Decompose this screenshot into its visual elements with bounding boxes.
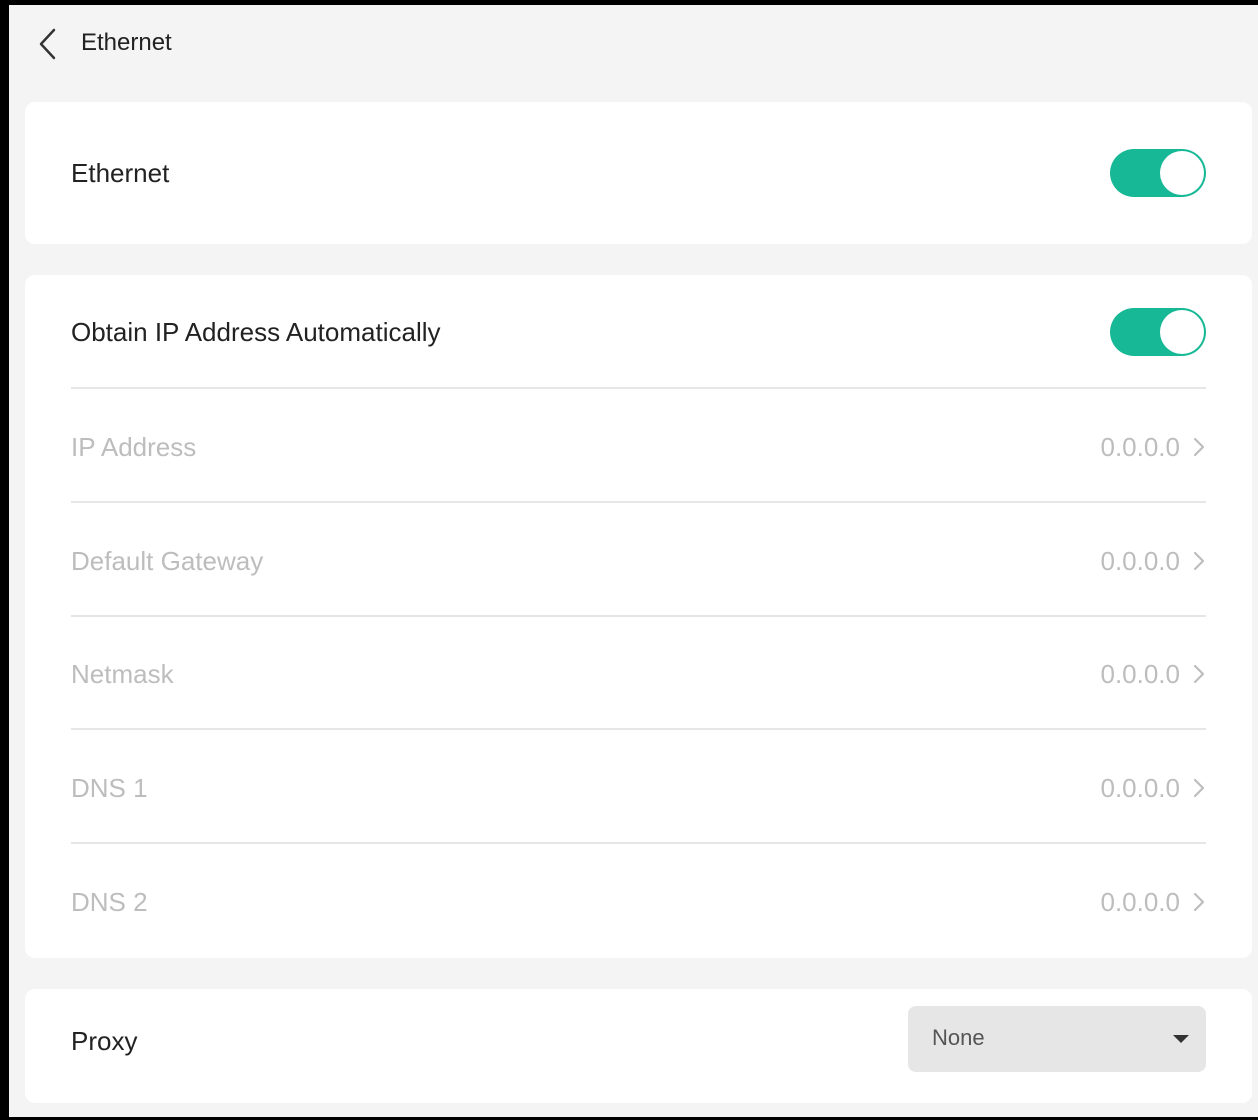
list-item-default-gateway[interactable]: Default Gateway 0.0.0.0 <box>71 546 1206 576</box>
dns2-value: 0.0.0.0 <box>1100 887 1180 917</box>
page-title: Ethernet <box>81 29 172 56</box>
divider <box>71 728 1206 730</box>
ip-address-value: 0.0.0.0 <box>1100 432 1180 462</box>
chevron-right-icon <box>1193 437 1205 457</box>
list-item-netmask[interactable]: Netmask 0.0.0.0 <box>71 659 1206 689</box>
dns1-label: DNS 1 <box>71 773 148 803</box>
list-item-dns2[interactable]: DNS 2 0.0.0.0 <box>71 887 1206 917</box>
chevron-right-icon <box>1193 892 1205 912</box>
default-gateway-value: 0.0.0.0 <box>1100 546 1180 576</box>
obtain-ip-auto-row: Obtain IP Address Automatically <box>71 308 1206 356</box>
back-button[interactable] <box>35 27 65 61</box>
ip-address-label: IP Address <box>71 432 197 462</box>
ethernet-settings-screen: Ethernet Ethernet Obtain IP Address Auto… <box>9 5 1258 1117</box>
dns2-label: DNS 2 <box>71 887 148 917</box>
dns1-value-group: 0.0.0.0 <box>1100 773 1206 803</box>
ip-settings-card: Obtain IP Address Automatically IP Addre… <box>25 275 1252 958</box>
chevron-left-icon <box>39 28 56 60</box>
proxy-dropdown[interactable]: None <box>908 1006 1206 1072</box>
ethernet-row: Ethernet <box>71 149 1206 197</box>
dns1-value: 0.0.0.0 <box>1100 773 1180 803</box>
list-item-ip-address[interactable]: IP Address 0.0.0.0 <box>71 432 1206 462</box>
obtain-ip-auto-label: Obtain IP Address Automatically <box>71 317 441 347</box>
chevron-right-icon <box>1193 778 1205 798</box>
default-gateway-value-group: 0.0.0.0 <box>1100 546 1206 576</box>
list-item-dns1[interactable]: DNS 1 0.0.0.0 <box>71 773 1206 803</box>
top-bar: Ethernet <box>9 5 1258 81</box>
divider <box>71 615 1206 617</box>
netmask-label: Netmask <box>71 659 174 689</box>
proxy-selected-value: None <box>932 1025 985 1050</box>
ip-address-value-group: 0.0.0.0 <box>1100 432 1206 462</box>
obtain-ip-auto-toggle[interactable] <box>1110 308 1206 356</box>
netmask-value: 0.0.0.0 <box>1100 659 1180 689</box>
caret-down-icon <box>1173 1035 1189 1043</box>
proxy-label: Proxy <box>71 1026 138 1056</box>
divider <box>71 501 1206 503</box>
ethernet-card: Ethernet <box>25 102 1252 244</box>
netmask-value-group: 0.0.0.0 <box>1100 659 1206 689</box>
dns2-value-group: 0.0.0.0 <box>1100 887 1206 917</box>
proxy-card: Proxy None <box>25 989 1252 1103</box>
default-gateway-label: Default Gateway <box>71 546 264 576</box>
toggle-knob <box>1160 310 1204 354</box>
divider <box>71 387 1206 389</box>
divider <box>71 842 1206 844</box>
chevron-right-icon <box>1193 664 1205 684</box>
ethernet-toggle[interactable] <box>1110 149 1206 197</box>
toggle-knob <box>1160 151 1204 195</box>
ethernet-label: Ethernet <box>71 158 170 188</box>
chevron-right-icon <box>1193 551 1205 571</box>
